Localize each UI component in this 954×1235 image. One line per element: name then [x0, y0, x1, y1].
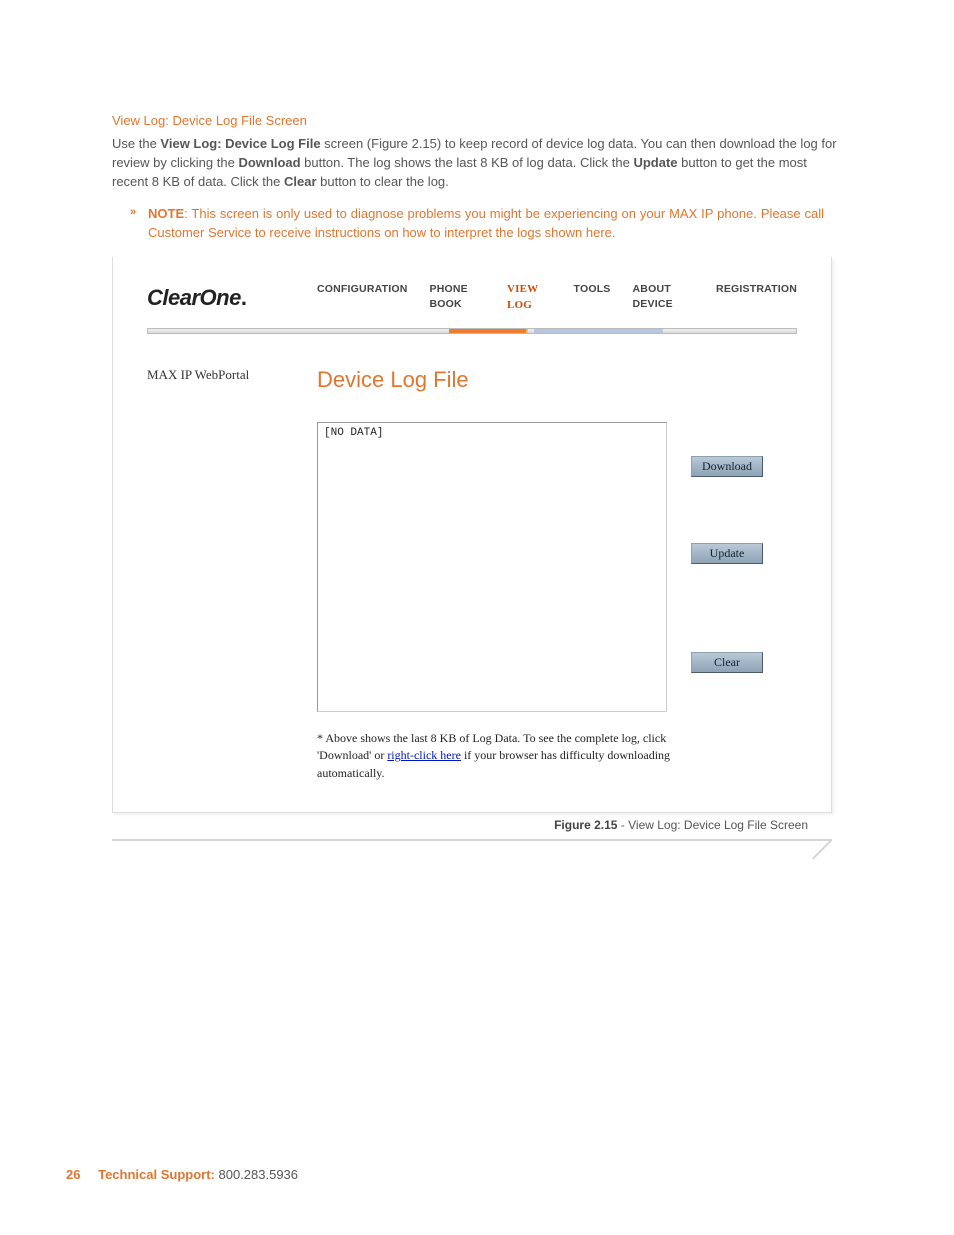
- page-title: Device Log File: [317, 364, 831, 396]
- intro-t1: Use the: [112, 136, 160, 151]
- intro-b1: View Log: Device Log File: [160, 136, 320, 151]
- figure-footnote: * Above shows the last 8 KB of Log Data.…: [317, 730, 697, 782]
- menu-configuration[interactable]: CONFIGURATION: [317, 282, 407, 314]
- update-button[interactable]: Update: [691, 543, 763, 564]
- note-marker-icon: »: [130, 205, 136, 221]
- figure-header: ClearOne. CONFIGURATION PHONE BOOK VIEW …: [113, 257, 831, 322]
- intro-paragraph: Use the View Log: Device Log File screen…: [112, 135, 842, 192]
- intro-b3: Update: [633, 155, 677, 170]
- note-body: : This screen is only used to diagnose p…: [148, 206, 824, 240]
- logo-dot: .: [241, 285, 247, 310]
- menu-registration[interactable]: REGISTRATION: [716, 282, 797, 314]
- top-menu: CONFIGURATION PHONE BOOK VIEW LOG TOOLS …: [317, 282, 797, 314]
- menu-about-device[interactable]: ABOUT DEVICE: [633, 282, 695, 314]
- figure-box: ClearOne. CONFIGURATION PHONE BOOK VIEW …: [112, 257, 832, 813]
- clear-button[interactable]: Clear: [691, 652, 763, 673]
- page-footer: 26 Technical Support: 800.283.5936: [66, 1166, 298, 1185]
- menu-tools[interactable]: TOOLS: [574, 282, 611, 314]
- figure-wrap: ClearOne. CONFIGURATION PHONE BOOK VIEW …: [112, 257, 842, 841]
- intro-t5: button to clear the log.: [317, 174, 449, 189]
- button-column: Download Update Clear: [691, 422, 763, 673]
- menu-divider: [147, 328, 797, 334]
- caption-bar: Figure 2.15 - View Log: Device Log File …: [112, 815, 832, 841]
- note-label: NOTE: [148, 206, 184, 221]
- note-text: NOTE: This screen is only used to diagno…: [148, 205, 842, 243]
- figure-caption: Figure 2.15 - View Log: Device Log File …: [554, 817, 808, 834]
- logo-main: ClearOne: [147, 285, 241, 310]
- figure-body: MAX IP WebPortal Device Log File Downloa…: [113, 334, 831, 812]
- section-heading: View Log: Device Log File Screen: [112, 112, 842, 131]
- caption-rest: - View Log: Device Log File Screen: [617, 818, 808, 832]
- intro-b4: Clear: [284, 174, 317, 189]
- note-block: » NOTE: This screen is only used to diag…: [148, 205, 842, 243]
- right-click-link[interactable]: right-click here: [387, 748, 461, 762]
- intro-b2: Download: [238, 155, 300, 170]
- intro-t3: button. The log shows the last 8 KB of l…: [301, 155, 634, 170]
- caption-bold: Figure 2.15: [554, 818, 617, 832]
- page-number: 26: [66, 1167, 80, 1182]
- figure-main: Device Log File Download Update Clear * …: [317, 364, 831, 782]
- log-textarea[interactable]: [317, 422, 667, 712]
- brand-logo: ClearOne.: [147, 282, 317, 314]
- menu-phone-book[interactable]: PHONE BOOK: [429, 282, 485, 314]
- footer-number: 800.283.5936: [218, 1167, 298, 1182]
- sidebar-label: MAX IP WebPortal: [147, 364, 317, 782]
- download-button[interactable]: Download: [691, 456, 763, 477]
- menu-view-log[interactable]: VIEW LOG: [507, 282, 552, 314]
- footer-label: Technical Support:: [98, 1167, 218, 1182]
